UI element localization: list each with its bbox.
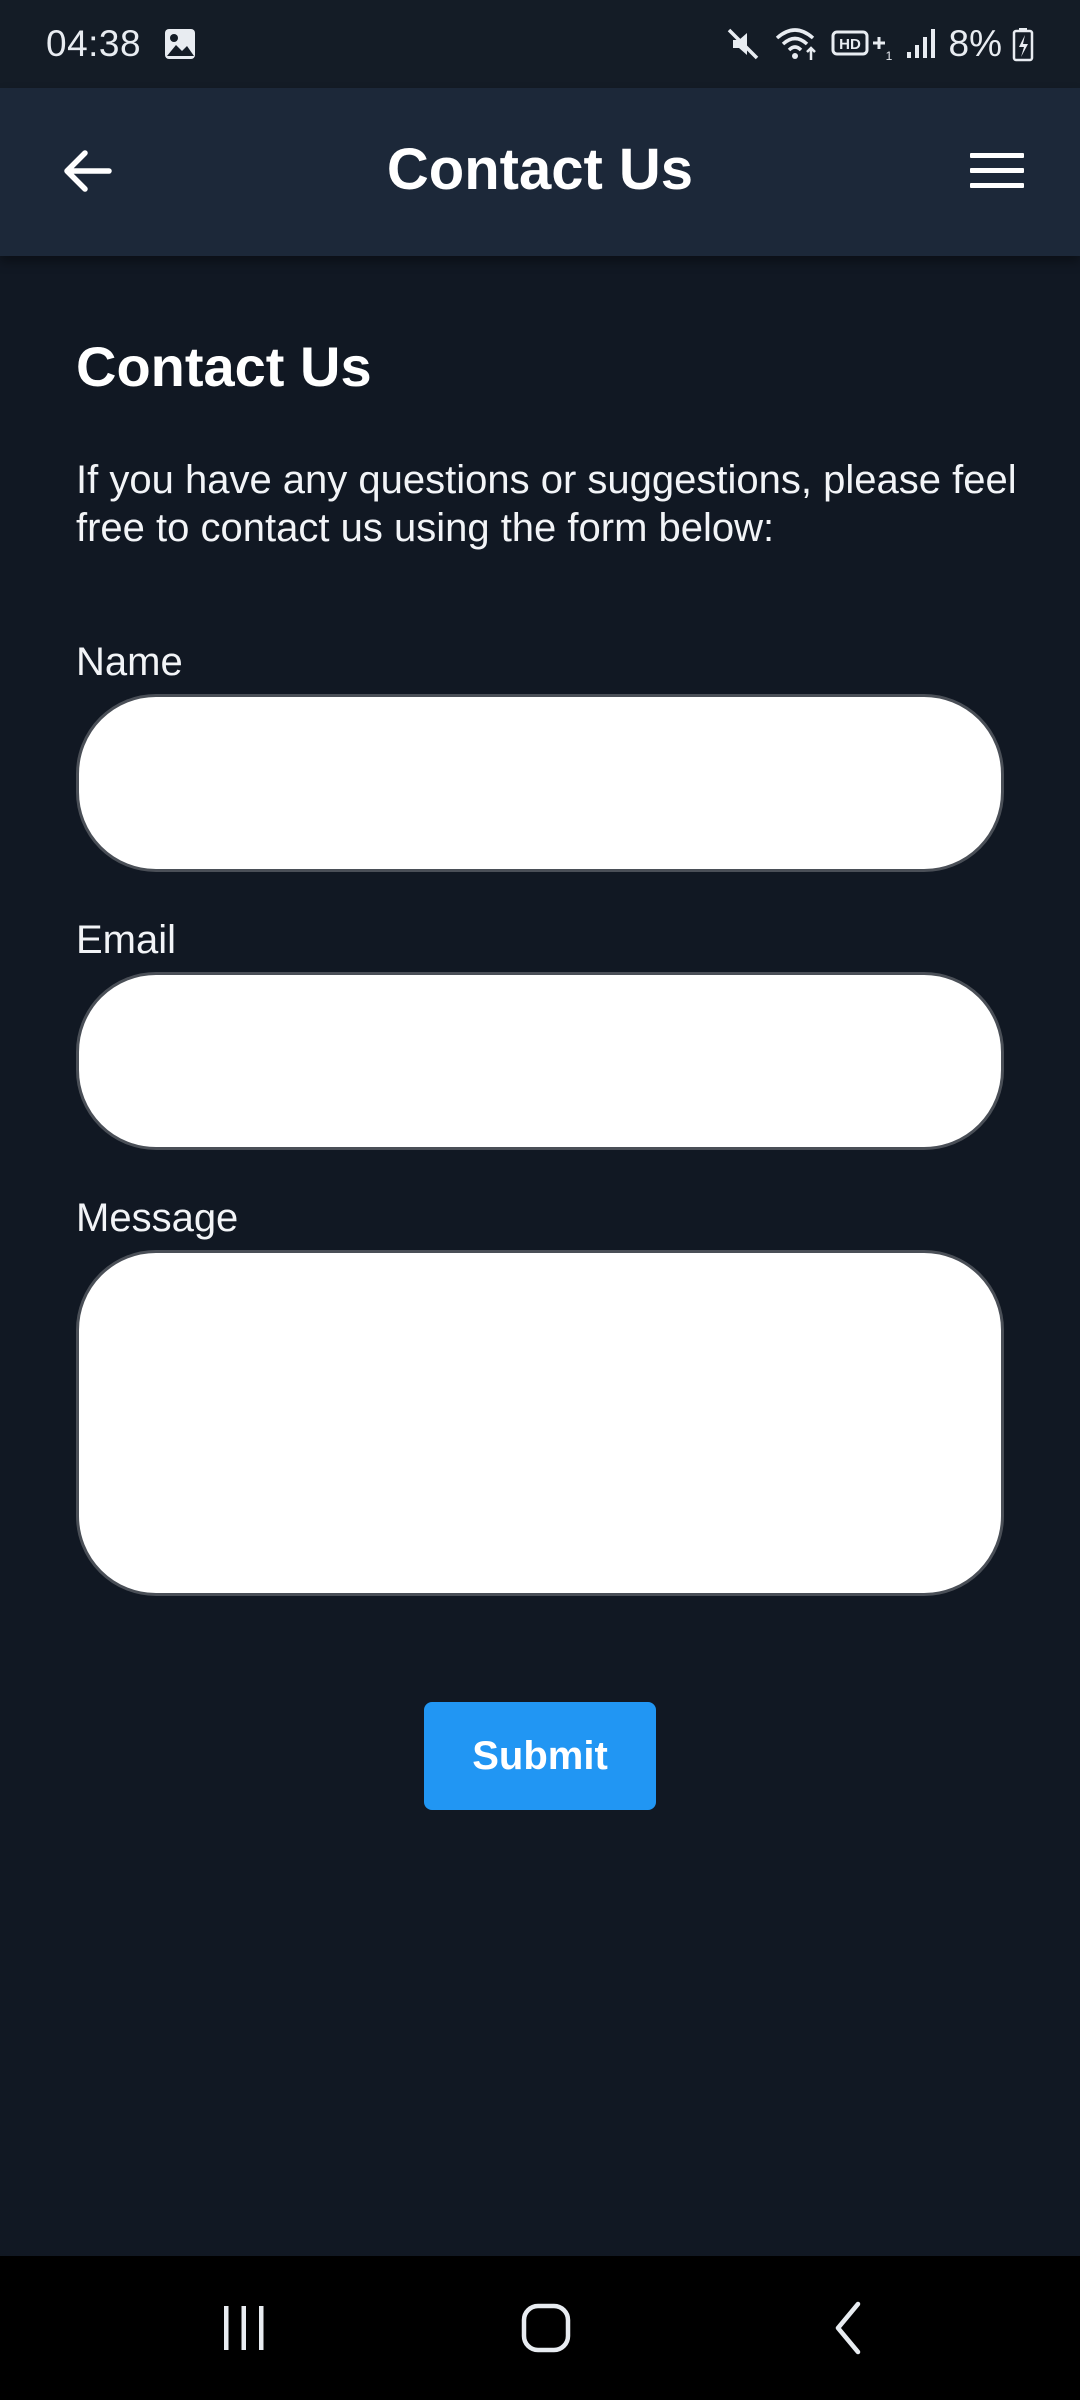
wifi-icon: [773, 24, 821, 64]
status-left: 04:38: [46, 23, 197, 65]
app-bar: Contact Us: [0, 88, 1080, 256]
svg-text:HD: HD: [839, 36, 861, 53]
status-bar: 04:38 HD 1 8%: [0, 0, 1080, 88]
hamburger-menu-icon: [968, 149, 1026, 193]
status-right: HD 1 8%: [723, 23, 1034, 65]
system-navigation-bar: [0, 2256, 1080, 2400]
email-label: Email: [76, 918, 177, 962]
home-button[interactable]: [466, 2256, 626, 2400]
home-icon: [520, 2302, 572, 2354]
contact-us-screen: 04:38 HD 1 8% Contact Us Contact Us If y…: [0, 0, 1080, 2400]
recent-apps-button[interactable]: [164, 2256, 324, 2400]
back-icon: [826, 2300, 870, 2356]
menu-button[interactable]: [954, 128, 1040, 214]
page-title: Contact Us: [76, 335, 372, 398]
battery-percent: 8%: [948, 23, 1002, 64]
page-intro-text: If you have any questions or suggestions…: [76, 458, 1017, 550]
message-field[interactable]: [76, 1250, 1004, 1596]
mute-icon: [723, 24, 763, 64]
name-field[interactable]: [76, 694, 1004, 872]
system-back-button[interactable]: [768, 2256, 928, 2400]
recent-apps-icon: [219, 2303, 269, 2353]
gallery-notification-icon: [163, 27, 197, 61]
name-label: Name: [76, 640, 183, 684]
status-time: 04:38: [46, 23, 142, 64]
battery-charging-icon: [1012, 24, 1034, 64]
submit-button[interactable]: Submit: [424, 1702, 656, 1810]
email-field[interactable]: [76, 972, 1004, 1150]
signal-icon: [903, 24, 939, 64]
hd-voice-icon: HD 1: [831, 24, 893, 64]
svg-text:1: 1: [885, 49, 892, 63]
app-bar-title: Contact Us: [386, 137, 694, 202]
message-label: Message: [76, 1196, 239, 1240]
